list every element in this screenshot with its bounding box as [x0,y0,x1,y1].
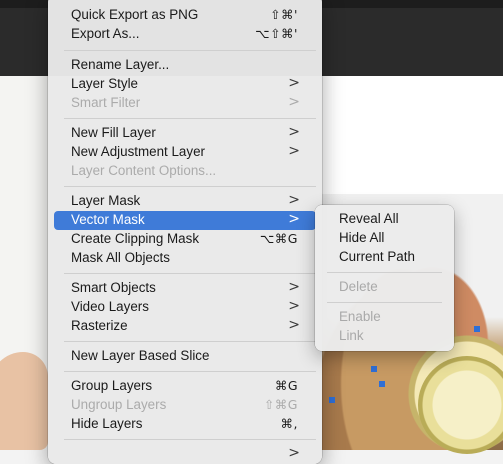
menu-item-cut-off[interactable]: > [54,445,316,464]
submenu-item-delete[interactable]: Delete [321,278,448,297]
menu-separator [327,302,442,303]
submenu-item-label: Reveal All [339,211,399,226]
menu-item-label: Rename Layer... [71,57,170,72]
menu-item-rename-layer[interactable]: Rename Layer... [54,56,316,75]
menu-item-video-layers[interactable]: Video Layers > [54,298,316,317]
submenu-arrow-icon: > [288,75,300,91]
submenu-arrow-icon: > [288,445,300,461]
menu-separator [64,186,316,187]
menu-item-label: Vector Mask [71,212,145,227]
submenu-arrow-icon: > [288,192,300,208]
submenu-item-label: Link [339,328,364,343]
shortcut-label: ⌘, [280,416,298,431]
menu-item-layer-style[interactable]: Layer Style > [54,75,316,94]
menu-item-new-layer-based-slice[interactable]: New Layer Based Slice [54,347,316,366]
submenu-item-label: Current Path [339,249,415,264]
submenu-item-link[interactable]: Link [321,327,448,346]
shortcut-label: ⇧⌘' [270,7,298,22]
menu-item-quick-export-png[interactable]: Quick Export as PNG ⇧⌘' [54,6,316,25]
menu-item-new-fill-layer[interactable]: New Fill Layer > [54,124,316,143]
menu-item-label: Video Layers [71,299,149,314]
submenu-item-enable[interactable]: Enable [321,308,448,327]
submenu-item-hide-all[interactable]: Hide All [321,229,448,248]
menu-item-label: Layer Content Options... [71,163,217,178]
submenu-arrow-icon: > [288,143,300,159]
menu-separator [64,273,316,274]
menu-separator [64,439,316,440]
submenu-arrow-icon: > [288,124,300,140]
menu-separator [64,50,316,51]
menu-item-label: Ungroup Layers [71,397,167,412]
menu-item-hide-layers[interactable]: Hide Layers ⌘, [54,415,316,434]
menu-item-create-clipping-mask[interactable]: Create Clipping Mask ⌥⌘G [54,230,316,249]
hand-image [0,352,48,450]
shortcut-label: ⌥⇧⌘' [255,26,298,41]
menu-item-label: Mask All Objects [71,250,170,265]
menu-item-label: Group Layers [71,378,153,393]
menu-item-label: Smart Filter [71,95,141,110]
menu-item-smart-filter[interactable]: Smart Filter > [54,94,316,113]
vector-mask-submenu: Reveal All Hide All Current Path Delete … [315,205,454,351]
menu-item-label: New Layer Based Slice [71,348,210,363]
shortcut-label: ⌥⌘G [259,231,298,246]
submenu-item-reveal-all[interactable]: Reveal All [321,210,448,229]
menu-item-mask-all-objects[interactable]: Mask All Objects [54,249,316,268]
menu-item-layer-mask[interactable]: Layer Mask > [54,192,316,211]
menu-item-new-adjustment-layer[interactable]: New Adjustment Layer > [54,143,316,162]
menu-item-smart-objects[interactable]: Smart Objects > [54,279,316,298]
menu-item-label: Layer Style [71,76,138,91]
menu-separator [64,118,316,119]
menu-item-label: Export As... [71,26,140,41]
path-anchor-point[interactable] [379,381,385,387]
submenu-item-label: Enable [339,309,381,324]
menu-item-label: Layer Mask [71,193,141,208]
submenu-item-current-path[interactable]: Current Path [321,248,448,267]
menu-item-label: Rasterize [71,318,128,333]
menu-separator [327,272,442,273]
menu-item-label: New Fill Layer [71,125,156,140]
menu-separator [64,371,316,372]
menu-item-label: Create Clipping Mask [71,231,200,246]
submenu-arrow-icon: > [288,279,300,295]
submenu-arrow-icon: > [288,298,300,314]
menu-item-label: Hide Layers [71,416,143,431]
menu-item-layer-content-options[interactable]: Layer Content Options... [54,162,316,181]
menu-item-group-layers[interactable]: Group Layers ⌘G [54,377,316,396]
menu-item-ungroup-layers[interactable]: Ungroup Layers ⇧⌘G [54,396,316,415]
menu-separator [64,341,316,342]
submenu-arrow-icon: > [288,211,300,227]
menu-item-label: Smart Objects [71,280,156,295]
menu-item-rasterize[interactable]: Rasterize > [54,317,316,336]
submenu-item-label: Delete [339,279,378,294]
path-anchor-point[interactable] [474,326,480,332]
menu-item-vector-mask[interactable]: Vector Mask > [54,211,316,230]
layer-context-menu: Quick Export as PNG ⇧⌘' Export As... ⌥⇧⌘… [48,0,322,464]
path-anchor-point[interactable] [371,366,377,372]
canvas-white-area [322,76,503,194]
shortcut-label: ⇧⌘G [263,397,298,412]
menu-item-label: Quick Export as PNG [71,7,199,22]
submenu-arrow-icon: > [288,94,300,110]
shortcut-label: ⌘G [274,378,298,393]
submenu-arrow-icon: > [288,317,300,333]
submenu-item-label: Hide All [339,230,385,245]
path-anchor-point[interactable] [329,397,335,403]
menu-item-label: New Adjustment Layer [71,144,205,159]
menu-item-export-as[interactable]: Export As... ⌥⇧⌘' [54,25,316,44]
